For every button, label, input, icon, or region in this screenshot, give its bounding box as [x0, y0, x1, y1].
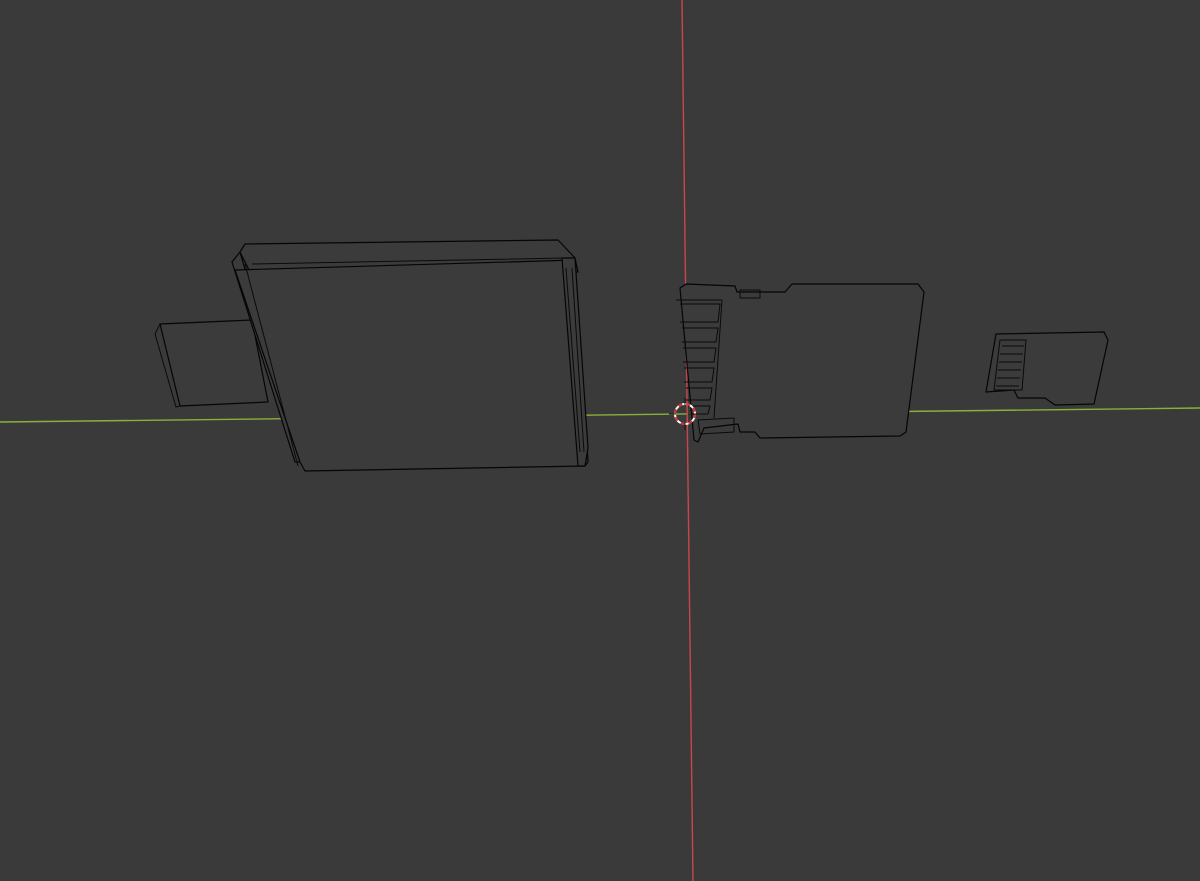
- usb-plug[interactable]: [159, 319, 269, 407]
- sd-card-adapter-object[interactable]: [676, 283, 925, 443]
- x-axis-line: [0, 407, 1200, 423]
- 3d-viewport[interactable]: [0, 0, 1200, 881]
- y-axis-line: [681, 0, 694, 881]
- microsd-card-body[interactable]: [985, 331, 1109, 406]
- usb-card-reader-object[interactable]: [154, 239, 589, 472]
- world-axes: [0, 0, 1200, 881]
- sd-card-body[interactable]: [679, 283, 925, 443]
- microsd-card-object[interactable]: [985, 331, 1109, 406]
